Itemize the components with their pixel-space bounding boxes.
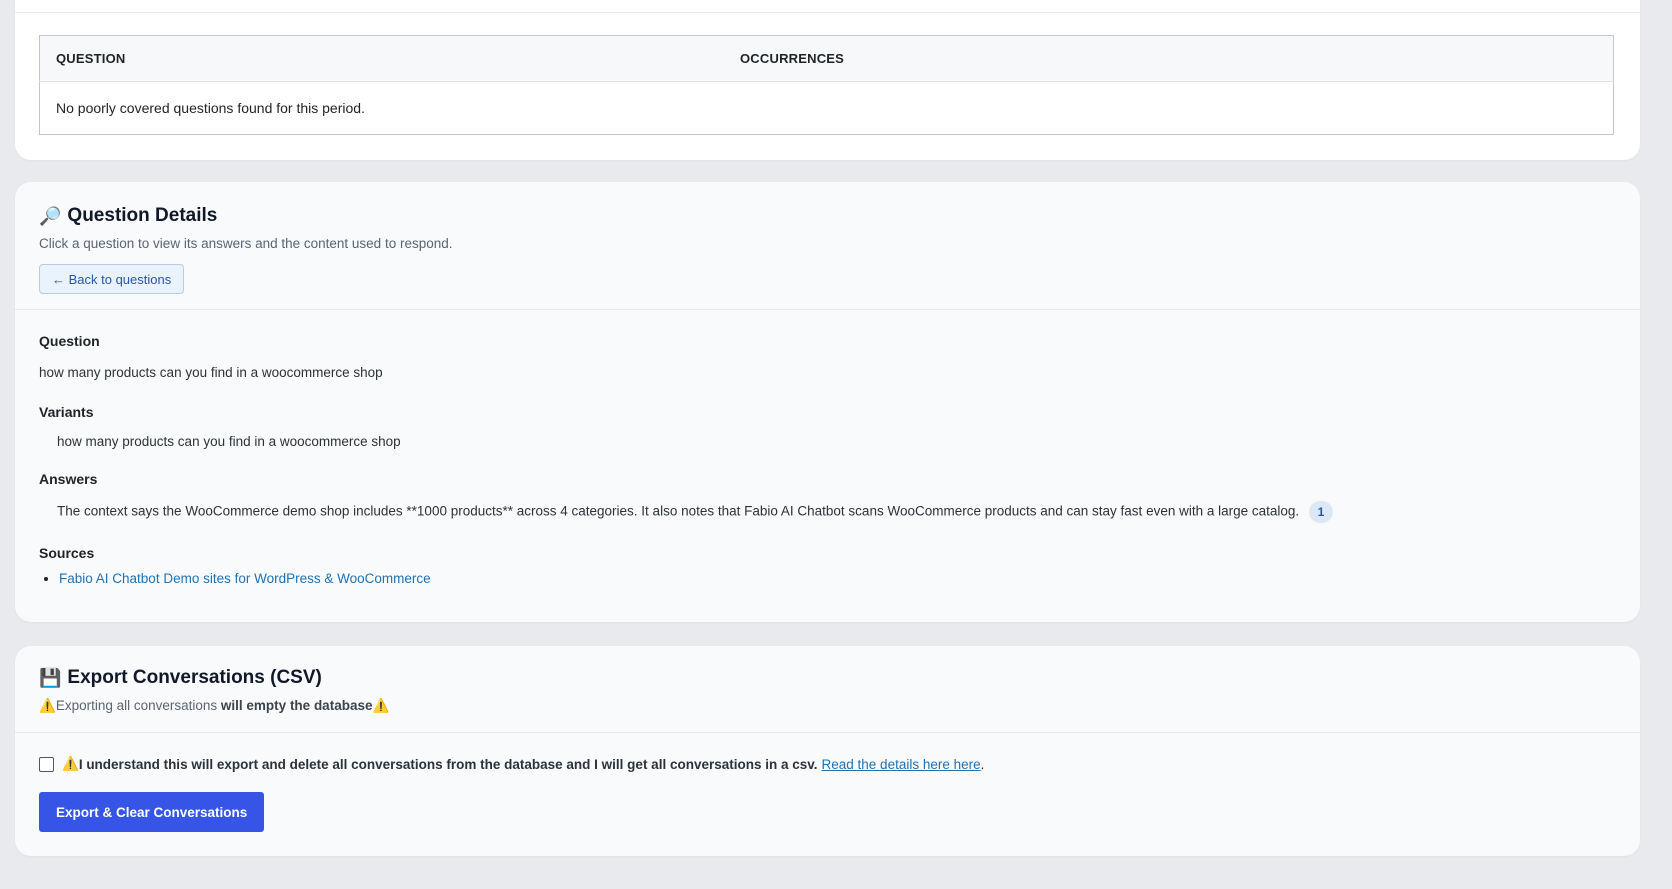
sources-list: Fabio AI Chatbot Demo sites for WordPres…	[39, 571, 431, 586]
warning-text: Exporting all conversations	[55, 698, 218, 713]
empty-message: No poorly covered questions found for th…	[56, 100, 365, 116]
answer-item: The context says the WooCommerce demo sh…	[57, 501, 1333, 523]
section-title: 💾 Export Conversations (CSV)	[39, 667, 322, 689]
export-card: 💾 Export Conversations (CSV) ⚠️Exporting…	[15, 646, 1640, 856]
magnifier-icon: 🔎	[39, 205, 62, 226]
table-row: No poorly covered questions found for th…	[40, 82, 1614, 135]
column-header-occurrences: OCCURRENCES	[724, 35, 1614, 82]
back-to-questions-button[interactable]: ← Back to questions	[39, 264, 185, 294]
answers-label: Answers	[39, 471, 98, 487]
answer-count-badge: 1	[1308, 501, 1333, 523]
section-title: 🔎 Question Details	[39, 205, 217, 227]
sources-label: Sources	[39, 545, 95, 561]
confirm-row: ⚠️ I understand this will export and del…	[39, 756, 984, 772]
confirm-checkbox[interactable]	[39, 756, 54, 772]
column-header-question: QUESTION	[39, 35, 724, 82]
poorly-covered-card: QUESTION OCCURRENCES No poorly covered q…	[15, 0, 1640, 160]
warning-icon: ⚠️	[39, 698, 56, 713]
read-details-link[interactable]: Read the details here here	[822, 757, 981, 772]
question-label: Question	[39, 333, 100, 349]
section-subtitle: Click a question to view its answers and…	[39, 236, 453, 251]
variants-label: Variants	[39, 404, 94, 420]
question-details-card: 🔎 Question Details Click a question to v…	[15, 182, 1640, 622]
export-warning: ⚠️Exporting all conversations will empty…	[39, 698, 389, 714]
section-title-text: Export Conversations (CSV)	[67, 667, 322, 688]
confirm-suffix: .	[980, 756, 985, 772]
warning-bold-text: will empty the database	[220, 698, 373, 713]
poorly-covered-table: QUESTION OCCURRENCES No poorly covered q…	[39, 35, 1614, 135]
confirm-text: I understand this will export and delete…	[78, 756, 818, 772]
warning-icon: ⚠️	[372, 698, 390, 713]
section-title-text: Question Details	[67, 205, 218, 226]
answer-text: The context says the WooCommerce demo sh…	[57, 503, 1300, 519]
list-item: Fabio AI Chatbot Demo sites for WordPres…	[59, 571, 431, 586]
divider	[15, 732, 1640, 733]
warning-icon: ⚠️	[62, 756, 79, 771]
divider	[15, 309, 1640, 310]
source-link[interactable]: Fabio AI Chatbot Demo sites for WordPres…	[59, 571, 431, 586]
export-clear-button[interactable]: Export & Clear Conversations	[39, 792, 265, 832]
floppy-disk-icon: 💾	[39, 667, 62, 688]
variant-item: how many products can you find in a wooc…	[57, 434, 401, 449]
divider	[15, 12, 1640, 13]
question-text: how many products can you find in a wooc…	[39, 365, 383, 380]
